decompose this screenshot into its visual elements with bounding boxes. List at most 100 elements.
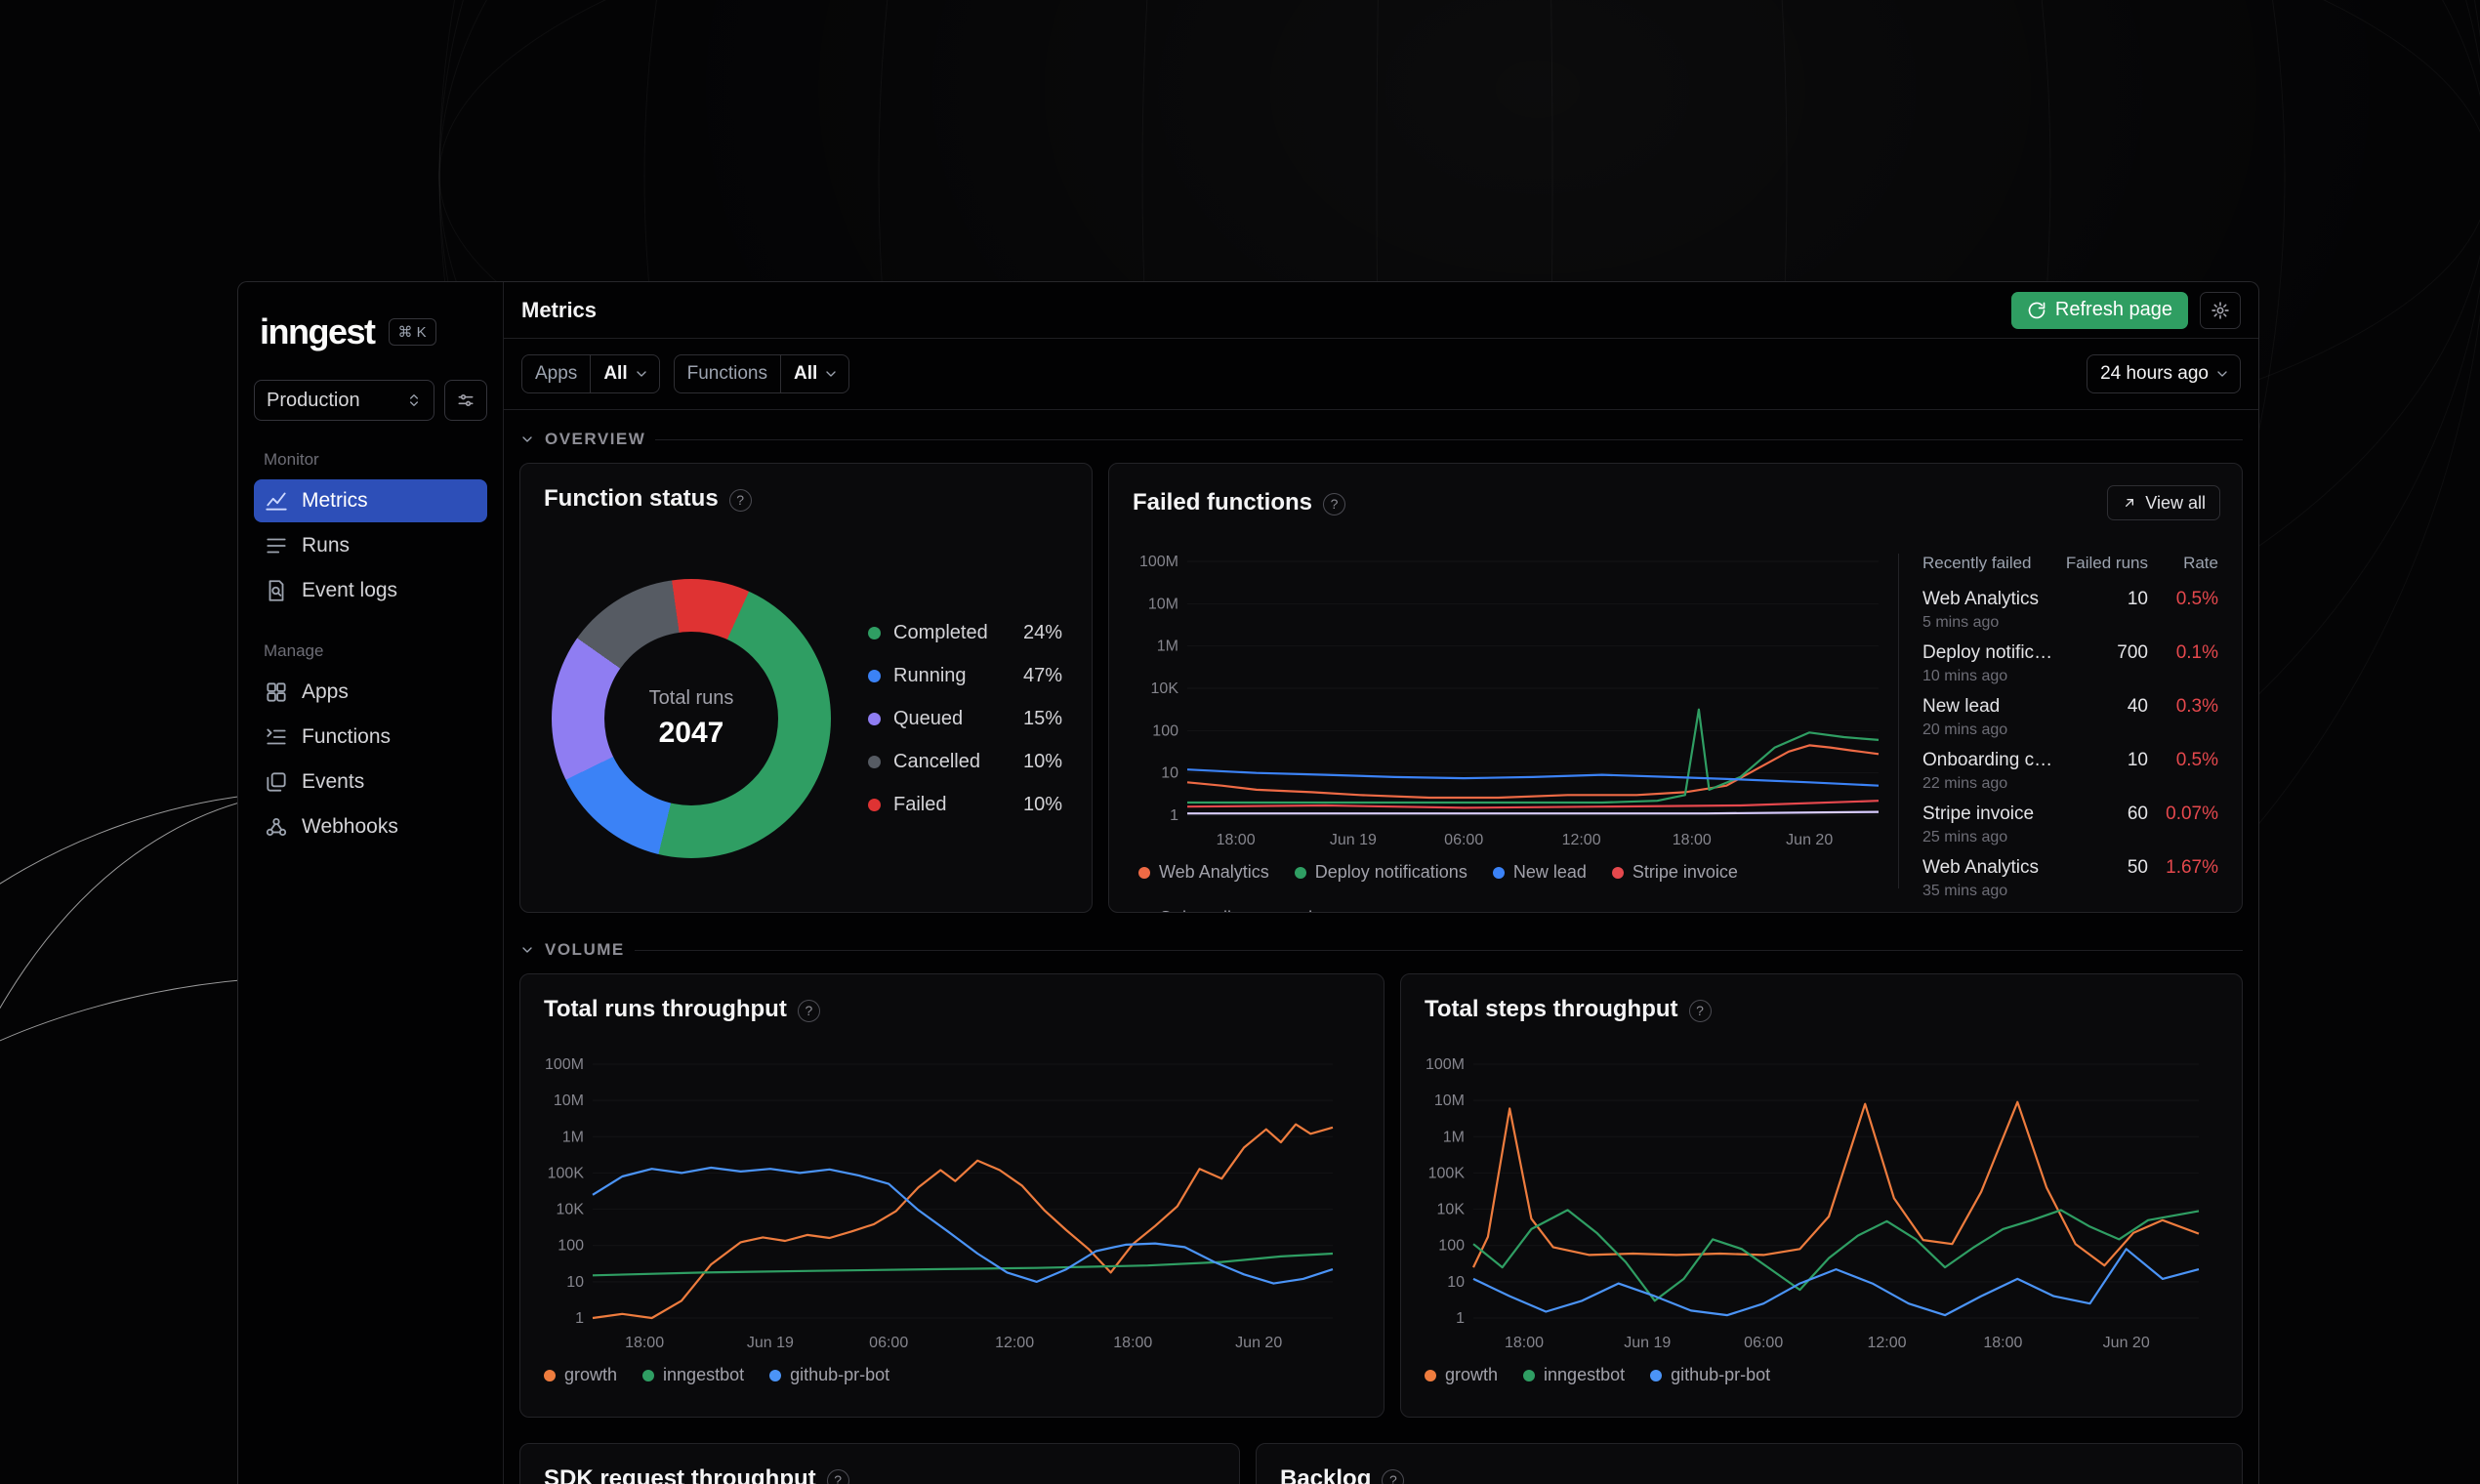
status-legend-label: Cancelled bbox=[893, 750, 980, 772]
chevron-down-icon bbox=[636, 371, 646, 377]
svg-text:1M: 1M bbox=[562, 1129, 584, 1145]
sidebar-item-events[interactable]: Events bbox=[254, 761, 487, 804]
legend-item[interactable]: Stripe invoice bbox=[1611, 862, 1738, 883]
sdk-request-title: SDK request throughput bbox=[544, 1465, 816, 1484]
sidebar-item-apps[interactable]: Apps bbox=[254, 671, 487, 714]
volume-section-toggle[interactable]: VOLUME bbox=[519, 940, 2243, 960]
legend-item[interactable]: Web Analytics bbox=[1138, 862, 1269, 883]
chevron-down-icon bbox=[522, 947, 532, 953]
help-icon[interactable]: ? bbox=[797, 999, 820, 1022]
svg-text:18:00: 18:00 bbox=[1217, 832, 1256, 848]
legend-item[interactable]: New lead bbox=[1492, 862, 1587, 883]
status-legend-row[interactable]: Failed 10% bbox=[868, 783, 1062, 826]
view-all-label: View all bbox=[2145, 492, 2206, 513]
legend-item-label: github-pr-bot bbox=[790, 1365, 890, 1384]
filter-bar: Apps All Functions All 24 hours ago bbox=[504, 339, 2258, 410]
svg-text:100K: 100K bbox=[1428, 1165, 1466, 1181]
svg-text:100M: 100M bbox=[1426, 1056, 1465, 1073]
sidebar-item-runs[interactable]: Runs bbox=[254, 524, 487, 567]
failed-function-runs: 50 bbox=[2127, 857, 2148, 878]
failed-function-row[interactable]: New lead 20 mins ago 40 0.3% bbox=[1922, 696, 2218, 739]
function-status-donut: Total runs 2047 bbox=[552, 579, 831, 858]
status-legend-row[interactable]: Queued 15% bbox=[868, 697, 1062, 740]
legend-item[interactable]: Onboarding campaign bbox=[1138, 908, 1332, 912]
failed-function-row[interactable]: Stripe invoice 25 mins ago 60 0.07% bbox=[1922, 804, 2218, 846]
sidebar-nav: Monitor Metrics Runs Event logs Manage Apps Fu… bbox=[254, 421, 487, 850]
webhook-icon bbox=[264, 814, 289, 840]
legend-item[interactable]: inngestbot bbox=[642, 1365, 744, 1385]
failed-function-time: 22 mins ago bbox=[1922, 775, 2008, 792]
status-legend-label: Queued bbox=[893, 707, 964, 729]
refresh-page-button[interactable]: Refresh page bbox=[2010, 291, 2188, 329]
sidebar-item-metrics[interactable]: Metrics bbox=[254, 479, 487, 522]
failed-function-row[interactable]: Web Analytics 35 mins ago 50 1.67% bbox=[1922, 857, 2218, 900]
svg-text:06:00: 06:00 bbox=[1744, 1335, 1783, 1351]
total-runs-label: Total runs bbox=[648, 687, 734, 709]
functions-filter[interactable]: Functions All bbox=[673, 354, 850, 393]
command-k-shortcut[interactable]: ⌘ K bbox=[388, 318, 436, 346]
environment-selector[interactable]: Production bbox=[254, 380, 434, 421]
app-window: inngest ⌘ K Production Monitor Metrics Run… bbox=[237, 281, 2259, 1484]
help-icon[interactable]: ? bbox=[1323, 492, 1346, 515]
desktop-background: inngest ⌘ K Production Monitor Metrics Run… bbox=[0, 0, 2480, 1484]
overview-section-label: OVERVIEW bbox=[545, 430, 646, 448]
settings-button[interactable] bbox=[2200, 291, 2241, 329]
status-legend-value: 47% bbox=[1022, 664, 1062, 686]
svg-text:10K: 10K bbox=[1437, 1202, 1466, 1218]
failed-function-rate: 1.67% bbox=[2166, 857, 2218, 878]
main-content: Metrics Refresh page Apps All Functions … bbox=[504, 282, 2258, 1484]
sidebar-item-webhooks[interactable]: Webhooks bbox=[254, 805, 487, 848]
sidebar-item-label: Functions bbox=[302, 725, 392, 748]
total-steps-title: Total steps throughput bbox=[1425, 996, 1678, 1022]
env-filter-button[interactable] bbox=[444, 380, 487, 421]
legend-item[interactable]: inngestbot bbox=[1523, 1365, 1625, 1385]
legend-item[interactable]: growth bbox=[544, 1365, 617, 1385]
help-icon[interactable]: ? bbox=[1382, 1468, 1405, 1484]
help-icon[interactable]: ? bbox=[826, 1468, 849, 1484]
svg-text:06:00: 06:00 bbox=[869, 1335, 908, 1351]
svg-text:12:00: 12:00 bbox=[1562, 832, 1601, 848]
svg-text:12:00: 12:00 bbox=[1867, 1335, 1906, 1351]
failed-function-row[interactable]: Web Analytics 5 mins ago 10 0.5% bbox=[1922, 589, 2218, 632]
svg-text:100: 100 bbox=[1438, 1238, 1465, 1255]
status-legend-row[interactable]: Completed 24% bbox=[868, 611, 1062, 654]
overview-section-toggle[interactable]: OVERVIEW bbox=[519, 430, 2243, 449]
events-icon bbox=[264, 769, 289, 795]
svg-text:18:00: 18:00 bbox=[625, 1335, 664, 1351]
status-legend-value: 10% bbox=[1022, 793, 1062, 815]
help-icon[interactable]: ? bbox=[728, 488, 752, 512]
legend-item[interactable]: Deploy notifications bbox=[1294, 862, 1467, 883]
svg-text:100: 100 bbox=[1152, 722, 1178, 739]
sidebar-item-label: Runs bbox=[302, 534, 351, 556]
svg-text:10M: 10M bbox=[1434, 1092, 1465, 1109]
total-steps-card: Total steps throughput ? 100M 10M 1M 100K 10… bbox=[1400, 973, 2243, 1418]
status-legend-row[interactable]: Cancelled 10% bbox=[868, 740, 1062, 783]
sidebar-item-functions[interactable]: Functions bbox=[254, 716, 487, 759]
failed-function-row[interactable]: Deploy notification 10 mins ago 700 0.1% bbox=[1922, 642, 2218, 685]
status-legend-row[interactable]: Running 47% bbox=[868, 654, 1062, 697]
svg-text:Jun 19: Jun 19 bbox=[1330, 832, 1377, 848]
svg-text:10K: 10K bbox=[1151, 680, 1179, 697]
legend-item[interactable]: github-pr-bot bbox=[1650, 1365, 1770, 1385]
failed-function-row[interactable]: Onboarding campaign 22 mins ago 10 0.5% bbox=[1922, 750, 2218, 793]
status-legend: Completed 24% Running 47% Queued 15% Cancelled… bbox=[868, 611, 1062, 826]
chevron-down-icon bbox=[2217, 371, 2227, 377]
total-runs-value: 2047 bbox=[658, 717, 724, 749]
backlog-title: Backlog bbox=[1280, 1465, 1372, 1484]
chart-line-icon bbox=[264, 488, 289, 514]
legend-item[interactable]: github-pr-bot bbox=[769, 1365, 889, 1385]
time-range-selector[interactable]: 24 hours ago bbox=[2087, 354, 2241, 393]
svg-text:Jun 20: Jun 20 bbox=[1235, 1335, 1282, 1351]
failed-functions-card: Failed functions ? View all 100M 10M 1M 10K… bbox=[1108, 463, 2243, 913]
col-recently-failed: Recently failed bbox=[1922, 554, 2032, 572]
svg-text:10M: 10M bbox=[554, 1092, 584, 1109]
legend-item[interactable]: growth bbox=[1425, 1365, 1498, 1385]
sidebar-item-event-logs[interactable]: Event logs bbox=[254, 569, 487, 612]
help-icon[interactable]: ? bbox=[1688, 999, 1712, 1022]
apps-filter-value: All bbox=[603, 363, 628, 384]
apps-filter[interactable]: Apps All bbox=[521, 354, 660, 393]
svg-text:12:00: 12:00 bbox=[995, 1335, 1034, 1351]
view-all-button[interactable]: View all bbox=[2107, 485, 2220, 520]
total-steps-legend: growth inngestbot github-pr-bot bbox=[1401, 1357, 2242, 1385]
failed-function-runs: 10 bbox=[2127, 589, 2148, 609]
